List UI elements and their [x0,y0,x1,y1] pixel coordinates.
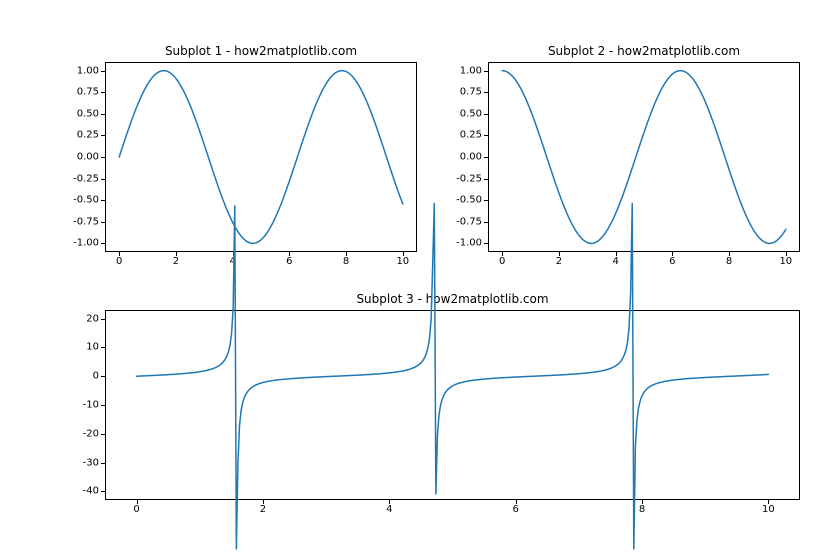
ytick-mark [484,92,488,93]
ytick-label: 0.75 [77,87,99,98]
ytick-label: -1.00 [73,238,99,249]
ytick-mark [101,405,105,406]
ytick-mark [484,114,488,115]
ytick-mark [101,222,105,223]
subplot-3-title: Subplot 3 - how2matplotlib.com [105,292,800,306]
ytick-mark [101,200,105,201]
ytick-label: 0.00 [460,152,482,163]
matplotlib-figure: Subplot 1 - how2matplotlib.com 0 2 4 6 8 10 -… [0,0,840,560]
ytick-mark [101,114,105,115]
ytick-label: 0.25 [77,130,99,141]
xtick-label: 8 [639,504,645,515]
subplot-1-line [119,71,403,244]
subplot-1: Subplot 1 - how2matplotlib.com 0246810 -… [105,62,417,252]
ytick-label: -1.00 [456,238,482,249]
ytick-label: -40 [83,486,99,497]
xtick-label: 2 [556,256,562,267]
xtick-label: 4 [386,504,392,515]
xtick-label: 0 [499,256,505,267]
xtick-label: 10 [396,256,409,267]
xtick-label: 2 [260,504,266,515]
ytick-label: -0.25 [73,173,99,184]
ytick-label: -30 [83,457,99,468]
xtick-label: 6 [286,256,292,267]
ytick-label: 10 [86,342,99,353]
ytick-label: 1.00 [460,65,482,76]
ytick-label: -10 [83,400,99,411]
ytick-mark [484,179,488,180]
ytick-label: 0.25 [460,130,482,141]
ytick-mark [101,179,105,180]
ytick-label: -0.25 [456,173,482,184]
ytick-mark [101,157,105,158]
ytick-mark [484,135,488,136]
subplot-2-plot [488,62,800,252]
ytick-mark [484,157,488,158]
ytick-mark [484,200,488,201]
ytick-mark [101,92,105,93]
ytick-label: -0.75 [456,216,482,227]
xtick-label: 10 [779,256,792,267]
subplot-1-title: Subplot 1 - how2matplotlib.com [105,44,417,58]
ytick-label: -0.50 [73,195,99,206]
ytick-mark [101,376,105,377]
xtick-label: 8 [726,256,732,267]
subplot-1-plot [105,62,417,252]
subplot-3-plot [105,310,800,500]
ytick-mark [484,222,488,223]
ytick-mark [484,71,488,72]
ytick-label: -0.75 [73,216,99,227]
ytick-mark [101,243,105,244]
ytick-mark [101,463,105,464]
ytick-label: 0.75 [460,87,482,98]
ytick-label: 20 [86,313,99,324]
ytick-mark [101,319,105,320]
ytick-mark [484,243,488,244]
ytick-mark [101,434,105,435]
xtick-label: 2 [173,256,179,267]
ytick-label: 0.50 [460,108,482,119]
xtick-label: 4 [612,256,618,267]
ytick-label: 0.00 [77,152,99,163]
ytick-label: 1.00 [77,65,99,76]
subplot-3: Subplot 3 - how2matplotlib.com 0246810 -… [105,310,800,500]
ytick-label: -20 [83,428,99,439]
xtick-label: 6 [512,504,518,515]
ytick-mark [101,347,105,348]
ytick-label: 0.50 [77,108,99,119]
xtick-label: 0 [133,504,139,515]
ytick-label: 0 [93,371,99,382]
ytick-mark [101,135,105,136]
subplot-2-title: Subplot 2 - how2matplotlib.com [488,44,800,58]
ytick-mark [101,491,105,492]
subplot-2-line [502,71,786,244]
subplot-2: Subplot 2 - how2matplotlib.com 0246810 -… [488,62,800,252]
xtick-label: 6 [669,256,675,267]
xtick-label: 8 [343,256,349,267]
ytick-mark [101,71,105,72]
ytick-label: -0.50 [456,195,482,206]
xtick-label: 0 [116,256,122,267]
xtick-label: 10 [762,504,775,515]
